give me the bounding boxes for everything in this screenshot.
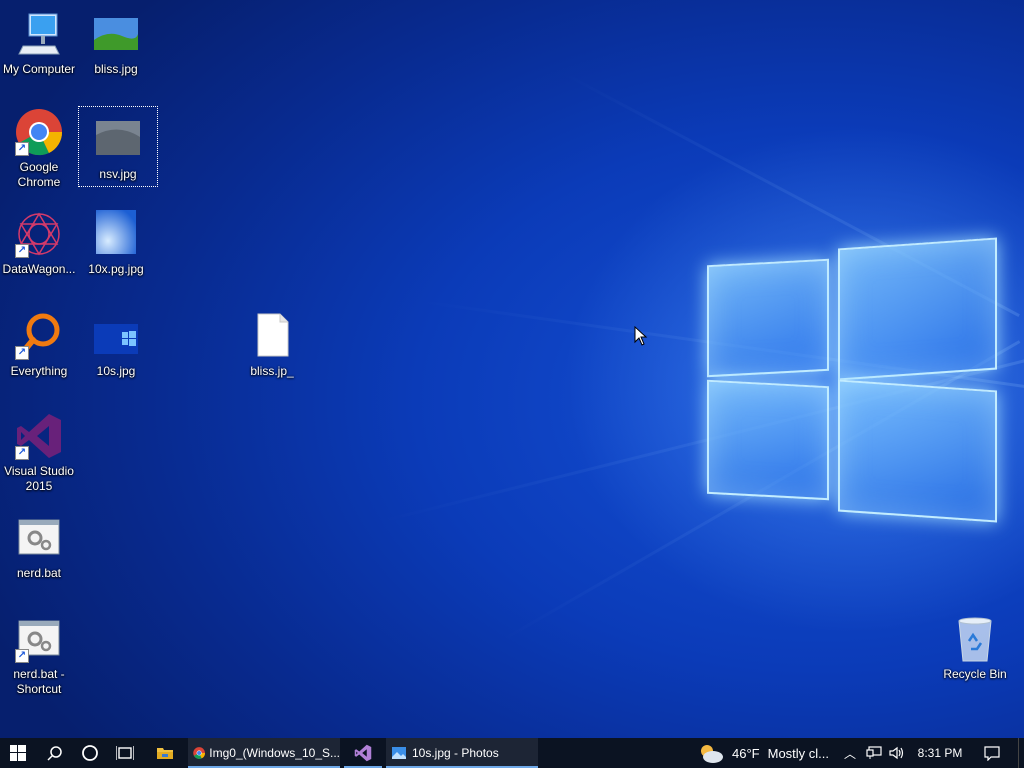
icon-label: Recycle Bin: [943, 667, 1007, 681]
search-icon: [47, 746, 62, 761]
recycle-bin-icon: [951, 615, 999, 663]
icon-label: 10x.pg.jpg: [88, 262, 144, 276]
search-button[interactable]: [38, 738, 72, 768]
desktop-icon-nerd-bat[interactable]: nerd.bat: [0, 514, 78, 581]
taskbar-app-label: 10s.jpg - Photos: [412, 746, 499, 760]
task-view-button[interactable]: [108, 738, 142, 768]
icon-label: Visual Studio 2015: [4, 464, 74, 493]
chevron-up-icon: ︿: [843, 746, 856, 761]
icon-label: bliss.jp_: [250, 364, 294, 378]
everything-search-icon: ↗: [15, 312, 63, 360]
windows-logo-pane: [838, 237, 997, 381]
notification-icon: [984, 746, 1000, 761]
clock-time: 8:31 PM: [917, 746, 963, 760]
visual-studio-icon: ↗: [15, 412, 63, 460]
taskbar-app-label: Img0_(Windows_10_S...: [209, 746, 340, 760]
windows-logo-pane: [838, 379, 997, 523]
image-thumbnail-icon: [94, 115, 142, 163]
icon-label: nsv.jpg: [99, 167, 137, 181]
speaker-icon: [889, 746, 904, 760]
desktop-icon-datawagon[interactable]: ↗ DataWagon...: [0, 210, 78, 277]
icon-label: Google Chrome: [17, 160, 61, 189]
cortana-button[interactable]: [73, 738, 107, 768]
icon-label: nerd.bat: [16, 566, 62, 580]
windows-logo-icon: [10, 745, 26, 761]
volume-button[interactable]: [886, 738, 906, 768]
windows-logo-pane: [707, 379, 829, 501]
file-explorer-button[interactable]: [148, 738, 182, 768]
folder-icon: [157, 748, 173, 759]
blank-file-icon: [248, 312, 296, 360]
shortcut-arrow-icon: ↗: [15, 446, 29, 460]
shortcut-arrow-icon: ↗: [15, 346, 29, 360]
taskbar-app-photos[interactable]: 10s.jpg - Photos: [386, 738, 538, 768]
weather-temp: 46°F: [732, 745, 760, 761]
taskbar: Img0_(Windows_10_S... 10s.jpg - Photos 4…: [0, 738, 1024, 768]
datawagon-icon: ↗: [15, 210, 63, 258]
chrome-icon: [193, 747, 206, 759]
icon-label: My Computer: [2, 62, 76, 76]
photos-icon: [392, 747, 406, 759]
shortcut-arrow-icon: ↗: [15, 649, 29, 663]
desktop-icon-visual-studio[interactable]: ↗ Visual Studio 2015: [0, 412, 78, 494]
image-thumbnail-icon: [92, 210, 140, 258]
icon-label: 10s.jpg: [96, 364, 136, 378]
visual-studio-icon: [354, 744, 372, 762]
shortcut-arrow-icon: ↗: [15, 142, 29, 156]
desktop-icon-google-chrome[interactable]: ↗ Google Chrome: [0, 108, 78, 190]
windows-logo-pane: [707, 258, 829, 378]
computer-icon: [15, 10, 63, 58]
batch-file-icon: ↗: [15, 615, 63, 663]
desktop-icon-everything[interactable]: ↗ Everything: [0, 312, 78, 379]
desktop-icon-nerd-bat-shortcut[interactable]: ↗ nerd.bat - Shortcut: [0, 615, 78, 697]
batch-file-icon: [15, 514, 63, 562]
action-center-button[interactable]: [980, 738, 1004, 768]
icon-label: nerd.bat - Shortcut: [13, 667, 65, 696]
cortana-circle-icon: [82, 745, 98, 761]
desktop[interactable]: My Computer ↗ Google Chrome ↗ DataWagon.…: [0, 0, 1024, 738]
shortcut-arrow-icon: ↗: [15, 244, 29, 258]
taskbar-app-chrome[interactable]: Img0_(Windows_10_S...: [188, 738, 340, 768]
network-button[interactable]: [864, 738, 884, 768]
desktop-icon-10s-jpg[interactable]: 10s.jpg: [77, 312, 155, 379]
desktop-icon-bliss-jpg[interactable]: bliss.jpg: [77, 10, 155, 77]
desktop-icon-nsv-jpg[interactable]: nsv.jpg: [78, 106, 158, 187]
image-thumbnail-icon: [92, 312, 140, 360]
partly-cloudy-icon: [701, 745, 723, 763]
show-hidden-icons-button[interactable]: ︿: [842, 738, 858, 768]
network-icon: [866, 746, 882, 759]
icon-label: bliss.jpg: [94, 62, 138, 76]
start-button[interactable]: [0, 738, 36, 768]
taskbar-app-visual-studio[interactable]: [344, 738, 382, 768]
icon-label: Everything: [10, 364, 68, 378]
clock[interactable]: 8:31 PM: [912, 738, 968, 768]
desktop-icon-10x-pg-jpg[interactable]: 10x.pg.jpg: [77, 210, 155, 277]
chrome-icon: ↗: [15, 108, 63, 156]
task-view-icon: [116, 746, 134, 760]
weather-description: Mostly cl...: [767, 745, 830, 761]
desktop-icon-my-computer[interactable]: My Computer: [0, 10, 78, 77]
icon-label: DataWagon...: [2, 262, 76, 276]
desktop-icon-bliss-jp-underscore[interactable]: bliss.jp_: [233, 312, 311, 379]
image-thumbnail-icon: [92, 10, 140, 58]
show-desktop-button[interactable]: [1018, 738, 1024, 768]
weather-widget[interactable]: 46°F Mostly cl...: [698, 738, 838, 768]
desktop-icon-recycle-bin[interactable]: Recycle Bin: [936, 615, 1014, 682]
